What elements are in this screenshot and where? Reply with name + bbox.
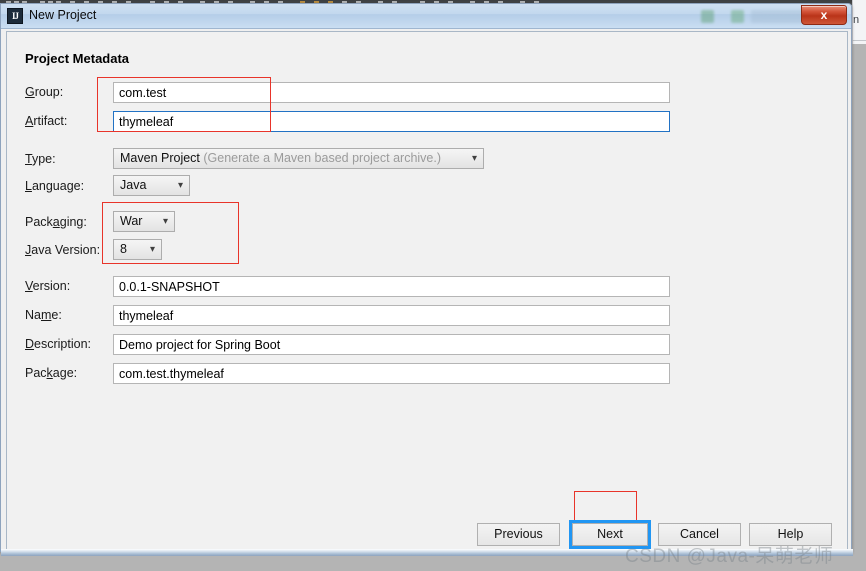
label-artifact-text: rtifact:: [33, 114, 68, 128]
label-package-pre: Pac: [25, 366, 47, 380]
dialog-title: New Project: [29, 8, 97, 22]
label-java-version-text: ava Version:: [31, 243, 101, 257]
chevron-down-icon: ▾: [149, 244, 155, 255]
dialog-titlebar[interactable]: IJ New Project x: [1, 4, 851, 29]
name-input[interactable]: [113, 305, 670, 326]
package-input[interactable]: [113, 363, 670, 384]
label-packaging-text: ging:: [59, 215, 87, 229]
language-combobox[interactable]: Java ▾: [113, 175, 190, 196]
label-packaging: Packaging:: [25, 215, 87, 229]
type-combobox[interactable]: Maven Project (Generate a Maven based pr…: [113, 148, 484, 169]
version-input[interactable]: [113, 276, 670, 297]
label-java-version: Java Version:: [25, 243, 100, 257]
label-type-mnemonic: T: [25, 152, 32, 166]
language-combobox-value: Java: [120, 178, 147, 192]
label-type: Type:: [25, 152, 56, 166]
label-group-mnemonic: G: [25, 85, 35, 99]
label-packaging-pre: Pack: [25, 215, 53, 229]
label-version-mnemonic: V: [25, 279, 33, 293]
watermark: CSDN @Java-呆萌老师: [625, 546, 834, 567]
page-title: Project Metadata: [25, 51, 130, 66]
label-description-text: escription:: [34, 337, 92, 351]
label-name-pre: Na: [25, 308, 41, 322]
chevron-down-icon: ▾: [162, 216, 168, 227]
label-language-text: anguage:: [31, 179, 85, 193]
intellij-app-icon: IJ: [7, 8, 23, 24]
new-project-dialog: IJ New Project x Project Metadata Group:…: [0, 3, 853, 556]
label-group: Group:: [25, 85, 63, 99]
artifact-input[interactable]: [113, 111, 670, 132]
label-description: Description:: [25, 337, 91, 351]
label-package-text: age:: [52, 366, 78, 380]
label-description-mnemonic: D: [25, 337, 35, 351]
label-package: Package:: [25, 366, 77, 380]
label-type-text: ype:: [31, 152, 56, 166]
type-combobox-value: Maven Project: [120, 151, 200, 165]
packaging-combobox-value: War: [120, 214, 143, 228]
chevron-down-icon: ▾: [471, 153, 477, 164]
label-name: Name:: [25, 308, 62, 322]
java-version-combobox[interactable]: 8 ▾: [113, 239, 162, 260]
label-artifact: Artifact:: [25, 114, 67, 128]
packaging-combobox[interactable]: War ▾: [113, 211, 175, 232]
previous-button[interactable]: Previous: [477, 523, 560, 546]
background-blur-shape-b: [731, 10, 744, 23]
chevron-down-icon: ▾: [177, 180, 183, 191]
background-blur-shape-a: [701, 10, 714, 23]
label-version-text: ersion:: [32, 279, 71, 293]
label-name-text: e:: [51, 308, 62, 322]
background-window-divider: [852, 40, 866, 41]
label-version: Version:: [25, 279, 70, 293]
type-combobox-hint: (Generate a Maven based project archive.…: [203, 151, 442, 165]
background-window-label: n: [853, 14, 860, 26]
label-packaging-mnemonic: a: [52, 215, 60, 229]
label-language-mnemonic: L: [25, 179, 32, 193]
close-icon[interactable]: x: [801, 5, 847, 25]
description-input[interactable]: [113, 334, 670, 355]
group-input[interactable]: [113, 82, 670, 103]
label-language: Language:: [25, 179, 84, 193]
java-version-combobox-value: 8: [120, 242, 127, 256]
label-group-text: roup:: [34, 85, 64, 99]
label-name-mnemonic: m: [40, 308, 52, 322]
